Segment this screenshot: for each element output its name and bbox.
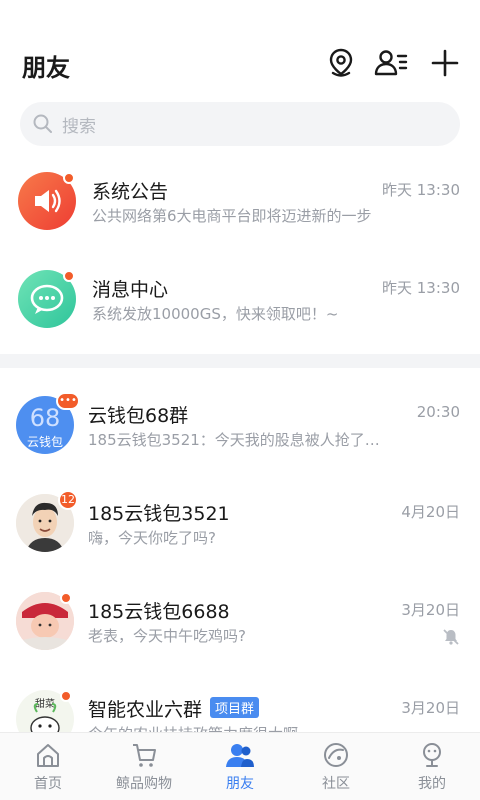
conversation-time: 3月20日 xyxy=(401,699,460,717)
tab-label: 鲸品购物 xyxy=(116,776,172,792)
list-item-chat[interactable]: 12 185云钱包3521 嗨，今天你吃了吗? 4月20日 xyxy=(0,474,480,572)
unread-dot xyxy=(63,270,75,282)
list-item-chat[interactable]: 甜菜 智能农业六群项目群 今年的农业扶持政策力度很大啊 3月20日 xyxy=(0,670,480,732)
list-item-chat[interactable]: 185云钱包6688 老表，今天中午吃鸡吗? 3月20日 xyxy=(0,572,480,670)
conversation-name: 185云钱包3521 xyxy=(88,503,230,525)
conversation-time: 3月20日 xyxy=(401,601,460,619)
list-item-message-center[interactable]: 消息中心 系统发放10000GS，快来领取吧！~ 昨天 13:30 xyxy=(0,250,480,348)
conversation-name: 系统公告 xyxy=(92,181,169,203)
conversation-name: 智能农业六群 项目群 xyxy=(88,695,260,722)
conversation-name: 云钱包68群 xyxy=(88,405,189,427)
header: 朋友 xyxy=(0,0,480,100)
unread-dot xyxy=(60,690,72,702)
conversation-name: 185云钱包6688 xyxy=(88,601,230,623)
tab-community[interactable]: 社区 xyxy=(288,733,384,800)
conversation-time: 4月20日 xyxy=(401,503,460,521)
search-input[interactable]: 搜索 xyxy=(20,102,460,146)
tab-home[interactable]: 首页 xyxy=(0,733,96,800)
conversation-preview: 今年的农业扶持政策力度很大啊 xyxy=(88,723,418,732)
conversation-name: 消息中心 xyxy=(92,279,169,301)
group-type-tag: 项目群 xyxy=(210,697,260,718)
location-icon[interactable] xyxy=(324,46,358,80)
unread-badge: 12 xyxy=(58,490,78,510)
friends-icon xyxy=(226,744,254,767)
search-icon xyxy=(33,114,52,133)
mute-bell-icon xyxy=(443,629,459,645)
list-item-system-announcement[interactable]: 系统公告 公共网络第6大电商平台即将迈进新的一步 昨天 13:30 xyxy=(0,152,480,250)
add-icon[interactable] xyxy=(428,46,462,80)
conversation-preview: 系统发放10000GS，快来领取吧！~ xyxy=(92,305,339,323)
unread-dot xyxy=(60,592,72,604)
page-title: 朋友 xyxy=(22,54,70,82)
contacts-icon[interactable] xyxy=(374,46,408,80)
tab-label: 社区 xyxy=(322,776,350,792)
tab-label: 我的 xyxy=(418,776,446,792)
bottom-tab-bar: 首页 鲸品购物 朋友 社区 我的 xyxy=(0,732,480,800)
tab-label: 朋友 xyxy=(226,776,254,792)
tab-friends[interactable]: 朋友 xyxy=(192,733,288,800)
community-icon xyxy=(324,743,348,767)
home-icon xyxy=(37,744,59,767)
conversation-preview: 185云钱包3521：今天我的股息被人抢了… xyxy=(88,431,380,449)
conversation-time: 昨天 13:30 xyxy=(382,279,460,297)
unread-badge: ••• xyxy=(56,392,80,410)
conversation-time: 昨天 13:30 xyxy=(382,181,460,199)
conversation-preview: 嗨，今天你吃了吗? xyxy=(88,529,216,547)
tab-profile[interactable]: 我的 xyxy=(384,733,480,800)
conversation-preview: 公共网络第6大电商平台即将迈进新的一步 xyxy=(92,207,372,225)
search-placeholder: 搜索 xyxy=(62,116,96,137)
tab-label: 首页 xyxy=(34,776,62,792)
profile-icon xyxy=(423,743,441,767)
cart-icon xyxy=(133,744,156,767)
tab-shopping[interactable]: 鲸品购物 xyxy=(96,733,192,800)
conversation-name-text: 智能农业六群 xyxy=(88,699,203,721)
conversation-preview: 老表，今天中午吃鸡吗? xyxy=(88,627,246,645)
avatar-caption: 云钱包 xyxy=(26,435,63,449)
list-item-chat[interactable]: 68 云钱包 ••• 云钱包68群 185云钱包3521：今天我的股息被人抢了…… xyxy=(0,376,480,474)
unread-dot xyxy=(63,172,75,184)
conversation-time: 20:30 xyxy=(416,403,460,421)
section-divider xyxy=(0,354,480,368)
